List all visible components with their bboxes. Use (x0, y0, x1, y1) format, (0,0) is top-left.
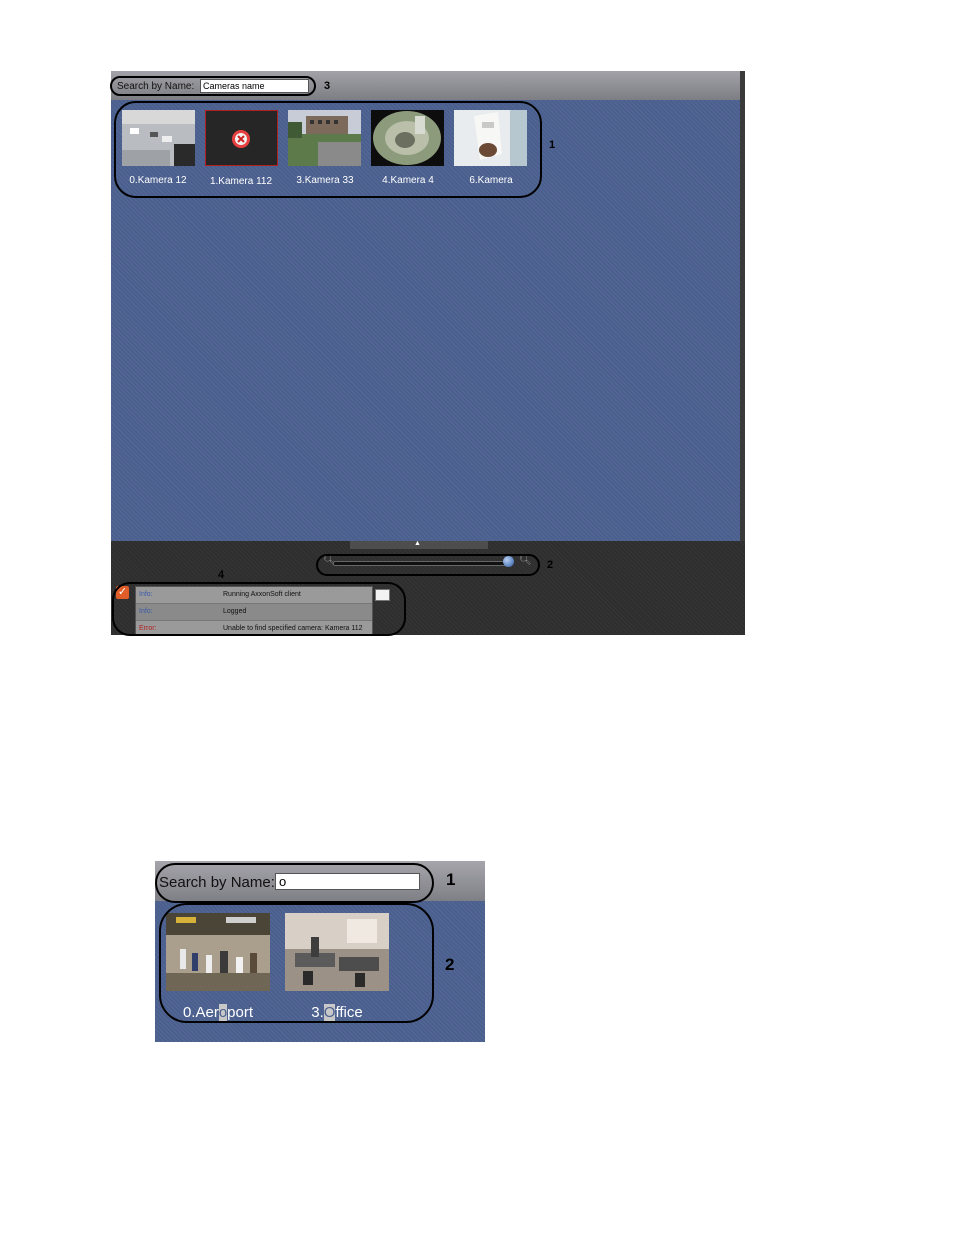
callout-number: 3 (324, 80, 331, 92)
callout-number: 2 (547, 559, 554, 571)
callout-outline (155, 863, 434, 903)
callout-outline (114, 101, 542, 198)
callout-number: 2 (445, 955, 455, 974)
callout-outline (112, 582, 406, 636)
callout-outline (316, 554, 540, 576)
callout-number: 1 (549, 139, 556, 151)
callout-number: 1 (446, 870, 456, 889)
callout-outline (110, 76, 316, 96)
callout-outline (159, 903, 434, 1023)
callout-number: 4 (218, 569, 225, 581)
collapse-arrow-icon[interactable]: ▲ (414, 540, 421, 547)
right-border (740, 71, 745, 541)
